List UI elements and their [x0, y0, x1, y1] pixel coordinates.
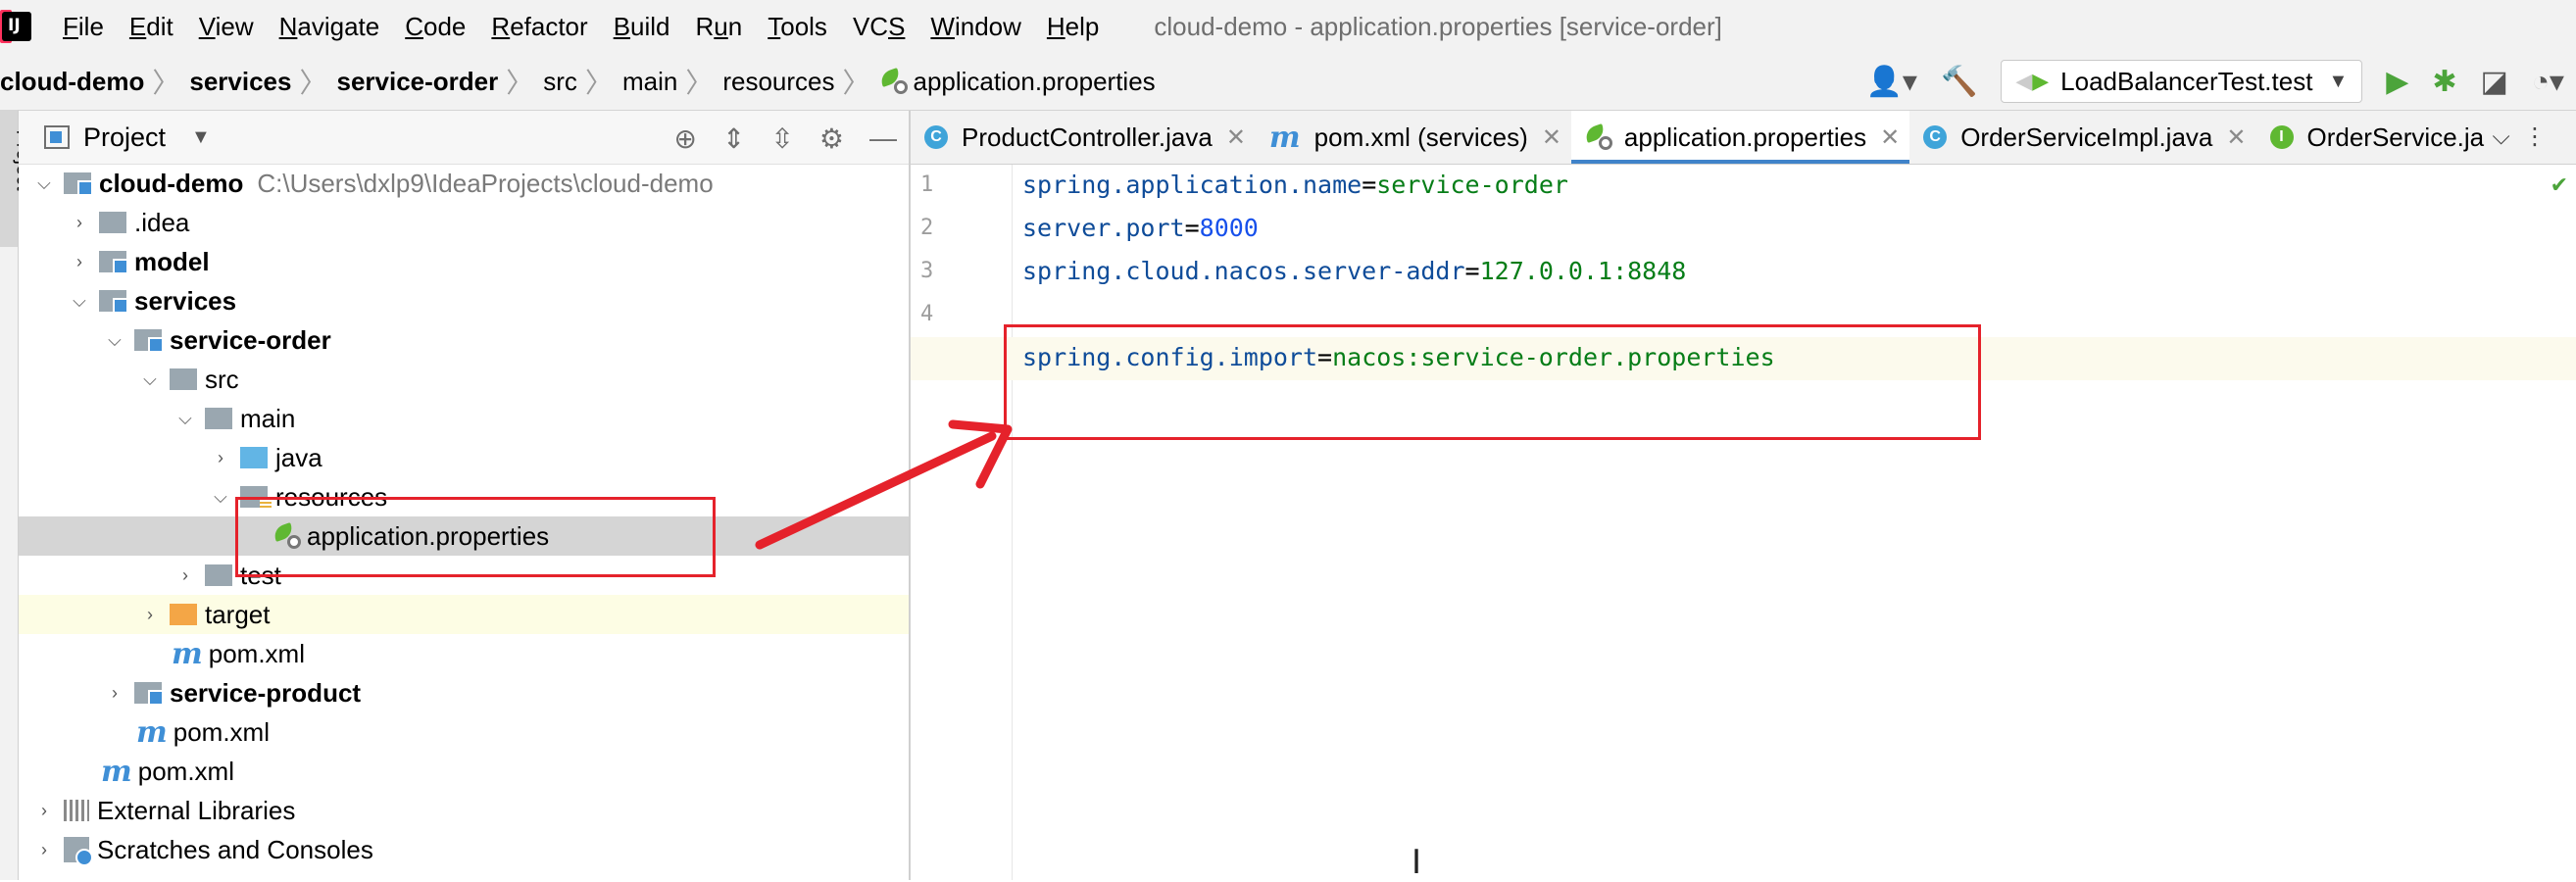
annotation-arrow-icon: [755, 419, 1013, 550]
